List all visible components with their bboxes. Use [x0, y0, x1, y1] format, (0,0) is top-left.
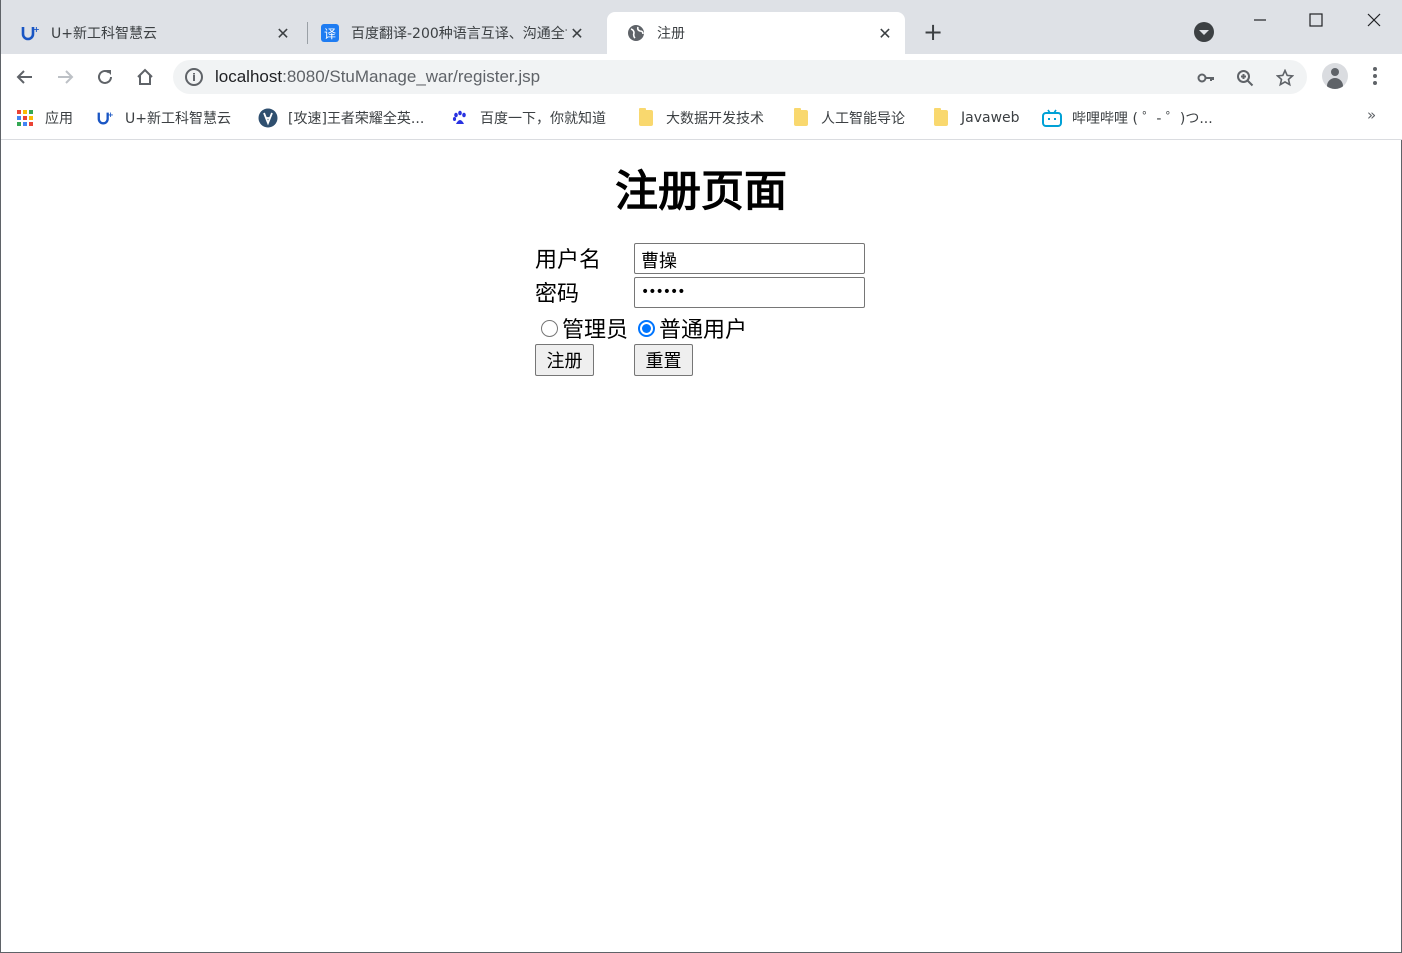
folder-icon [638, 108, 654, 126]
close-tab-icon[interactable]: ✕ [273, 23, 293, 43]
apps-grid-icon [17, 110, 33, 126]
reload-icon [98, 69, 112, 84]
reset-button[interactable]: 重置 [634, 344, 693, 376]
bookmark-label: 人工智能导论 [821, 111, 905, 127]
tab-strip: + U+新工科智慧云 ✕ 译 百度翻译-200种语言互译、沟通全世界！ ✕ 注册… [1, 0, 1402, 54]
home-icon [137, 68, 153, 85]
baidu-translate-icon: 译 [321, 24, 339, 42]
tab-search-icon[interactable] [1194, 22, 1214, 42]
tab-title: 百度翻译-200种语言互译、沟通全世界！ [351, 26, 567, 42]
browser-toolbar: i localhost:8080/StuManage_war/register.… [1, 54, 1402, 100]
role-admin-label[interactable]: 管理员 [562, 312, 628, 344]
tab-register[interactable]: 注册 ✕ [607, 12, 905, 54]
tab-title: 注册 [657, 26, 685, 42]
bookmark-folder-bigdata[interactable]: 大数据开发技术 [638, 108, 764, 128]
reload-button[interactable] [90, 62, 120, 92]
password-label: 密码 [535, 282, 580, 307]
role-user-radio[interactable] [638, 319, 656, 337]
star-icon[interactable] [1274, 67, 1296, 89]
bookmark-label: 应用 [45, 111, 73, 127]
role-row: 管理员 普通用户 [535, 312, 747, 344]
game-site-icon [258, 108, 278, 128]
bookmark-folder-ai[interactable]: 人工智能导论 [793, 108, 905, 128]
browser-window: + U+新工科智慧云 ✕ 译 百度翻译-200种语言互译、沟通全世界！ ✕ 注册… [0, 0, 1402, 953]
close-window-button[interactable] [1359, 6, 1389, 34]
bookmark-label: U+新工科智慧云 [125, 111, 231, 127]
u-plus-logo-icon: + [97, 110, 113, 126]
globe-icon [627, 24, 645, 42]
u-plus-logo-icon: + [21, 24, 39, 42]
key-icon[interactable] [1195, 67, 1217, 89]
svg-text:+: + [33, 25, 39, 34]
bookmark-label: Javaweb [961, 110, 1020, 126]
folder-icon [793, 108, 809, 126]
bookmark-folder-javaweb[interactable]: Javaweb [933, 108, 1020, 128]
svg-text:+: + [108, 110, 113, 119]
role-user-label[interactable]: 普通用户 [659, 312, 747, 344]
bookmarks-bar: 应用 + U+新工科智慧云 [攻速]王者荣耀全英... 百度一下，你就知道 大数… [1, 100, 1402, 140]
tab-title: U+新工科智慧云 [51, 26, 157, 42]
profile-avatar-icon[interactable] [1322, 63, 1348, 89]
forward-button[interactable] [50, 62, 80, 92]
bookmark-label: 百度一下，你就知道 [480, 111, 606, 127]
address-bar[interactable]: i localhost:8080/StuManage_war/register.… [173, 60, 1307, 94]
bookmark-game-guide[interactable]: [攻速]王者荣耀全英... [258, 108, 424, 128]
tab-u-plus[interactable]: + U+新工科智慧云 ✕ [1, 12, 303, 54]
folder-icon [933, 108, 949, 126]
url-host: localhost [215, 67, 283, 86]
close-tab-icon[interactable]: ✕ [875, 23, 895, 43]
bookmark-bilibili[interactable]: 哔哩哔哩 ( ゜- ゜)つ... [1042, 108, 1213, 128]
bilibili-icon [1042, 109, 1062, 127]
password-row: 密码 •••••• [535, 276, 865, 308]
role-admin-radio[interactable] [541, 319, 558, 337]
password-input[interactable]: •••••• [634, 276, 865, 308]
tab-baidu-translate[interactable]: 译 百度翻译-200种语言互译、沟通全世界！ ✕ [301, 12, 607, 54]
browser-menu-icon[interactable] [1365, 64, 1385, 88]
address-url[interactable]: localhost:8080/StuManage_war/register.js… [215, 67, 540, 87]
close-tab-icon[interactable]: ✕ [567, 23, 587, 43]
url-path: :8080/StuManage_war/register.jsp [282, 67, 541, 86]
username-input[interactable]: 曹操 [634, 242, 865, 274]
register-submit-button[interactable]: 注册 [535, 344, 594, 376]
bookmark-label: 大数据开发技术 [666, 111, 764, 127]
maximize-button[interactable] [1301, 6, 1331, 34]
page-content: 注册页面 用户名 曹操 密码 •••••• 管理员 普通用户 注册 重置 [1, 141, 1401, 952]
bookmarks-overflow-button[interactable]: » [1367, 106, 1376, 124]
username-row: 用户名 曹操 [535, 242, 865, 274]
page-title: 注册页面 [615, 167, 787, 217]
bookmark-label: 哔哩哔哩 ( ゜- ゜)つ... [1072, 111, 1213, 127]
button-row: 注册 重置 [535, 344, 693, 376]
bookmark-apps[interactable]: 应用 [17, 108, 73, 128]
back-button[interactable] [10, 62, 40, 92]
site-info-icon[interactable]: i [185, 68, 203, 86]
zoom-icon[interactable] [1234, 67, 1256, 89]
bookmark-label: [攻速]王者荣耀全英... [288, 111, 425, 127]
arrow-left-icon [16, 70, 32, 84]
username-label: 用户名 [535, 248, 602, 273]
baidu-paw-icon [452, 110, 468, 126]
bookmark-baidu[interactable]: 百度一下，你就知道 [452, 108, 606, 128]
arrow-right-icon [58, 70, 74, 84]
minimize-button[interactable] [1245, 6, 1275, 34]
bookmark-u-plus[interactable]: + U+新工科智慧云 [97, 108, 231, 128]
new-tab-button[interactable]: + [919, 18, 947, 46]
home-button[interactable] [130, 62, 160, 92]
